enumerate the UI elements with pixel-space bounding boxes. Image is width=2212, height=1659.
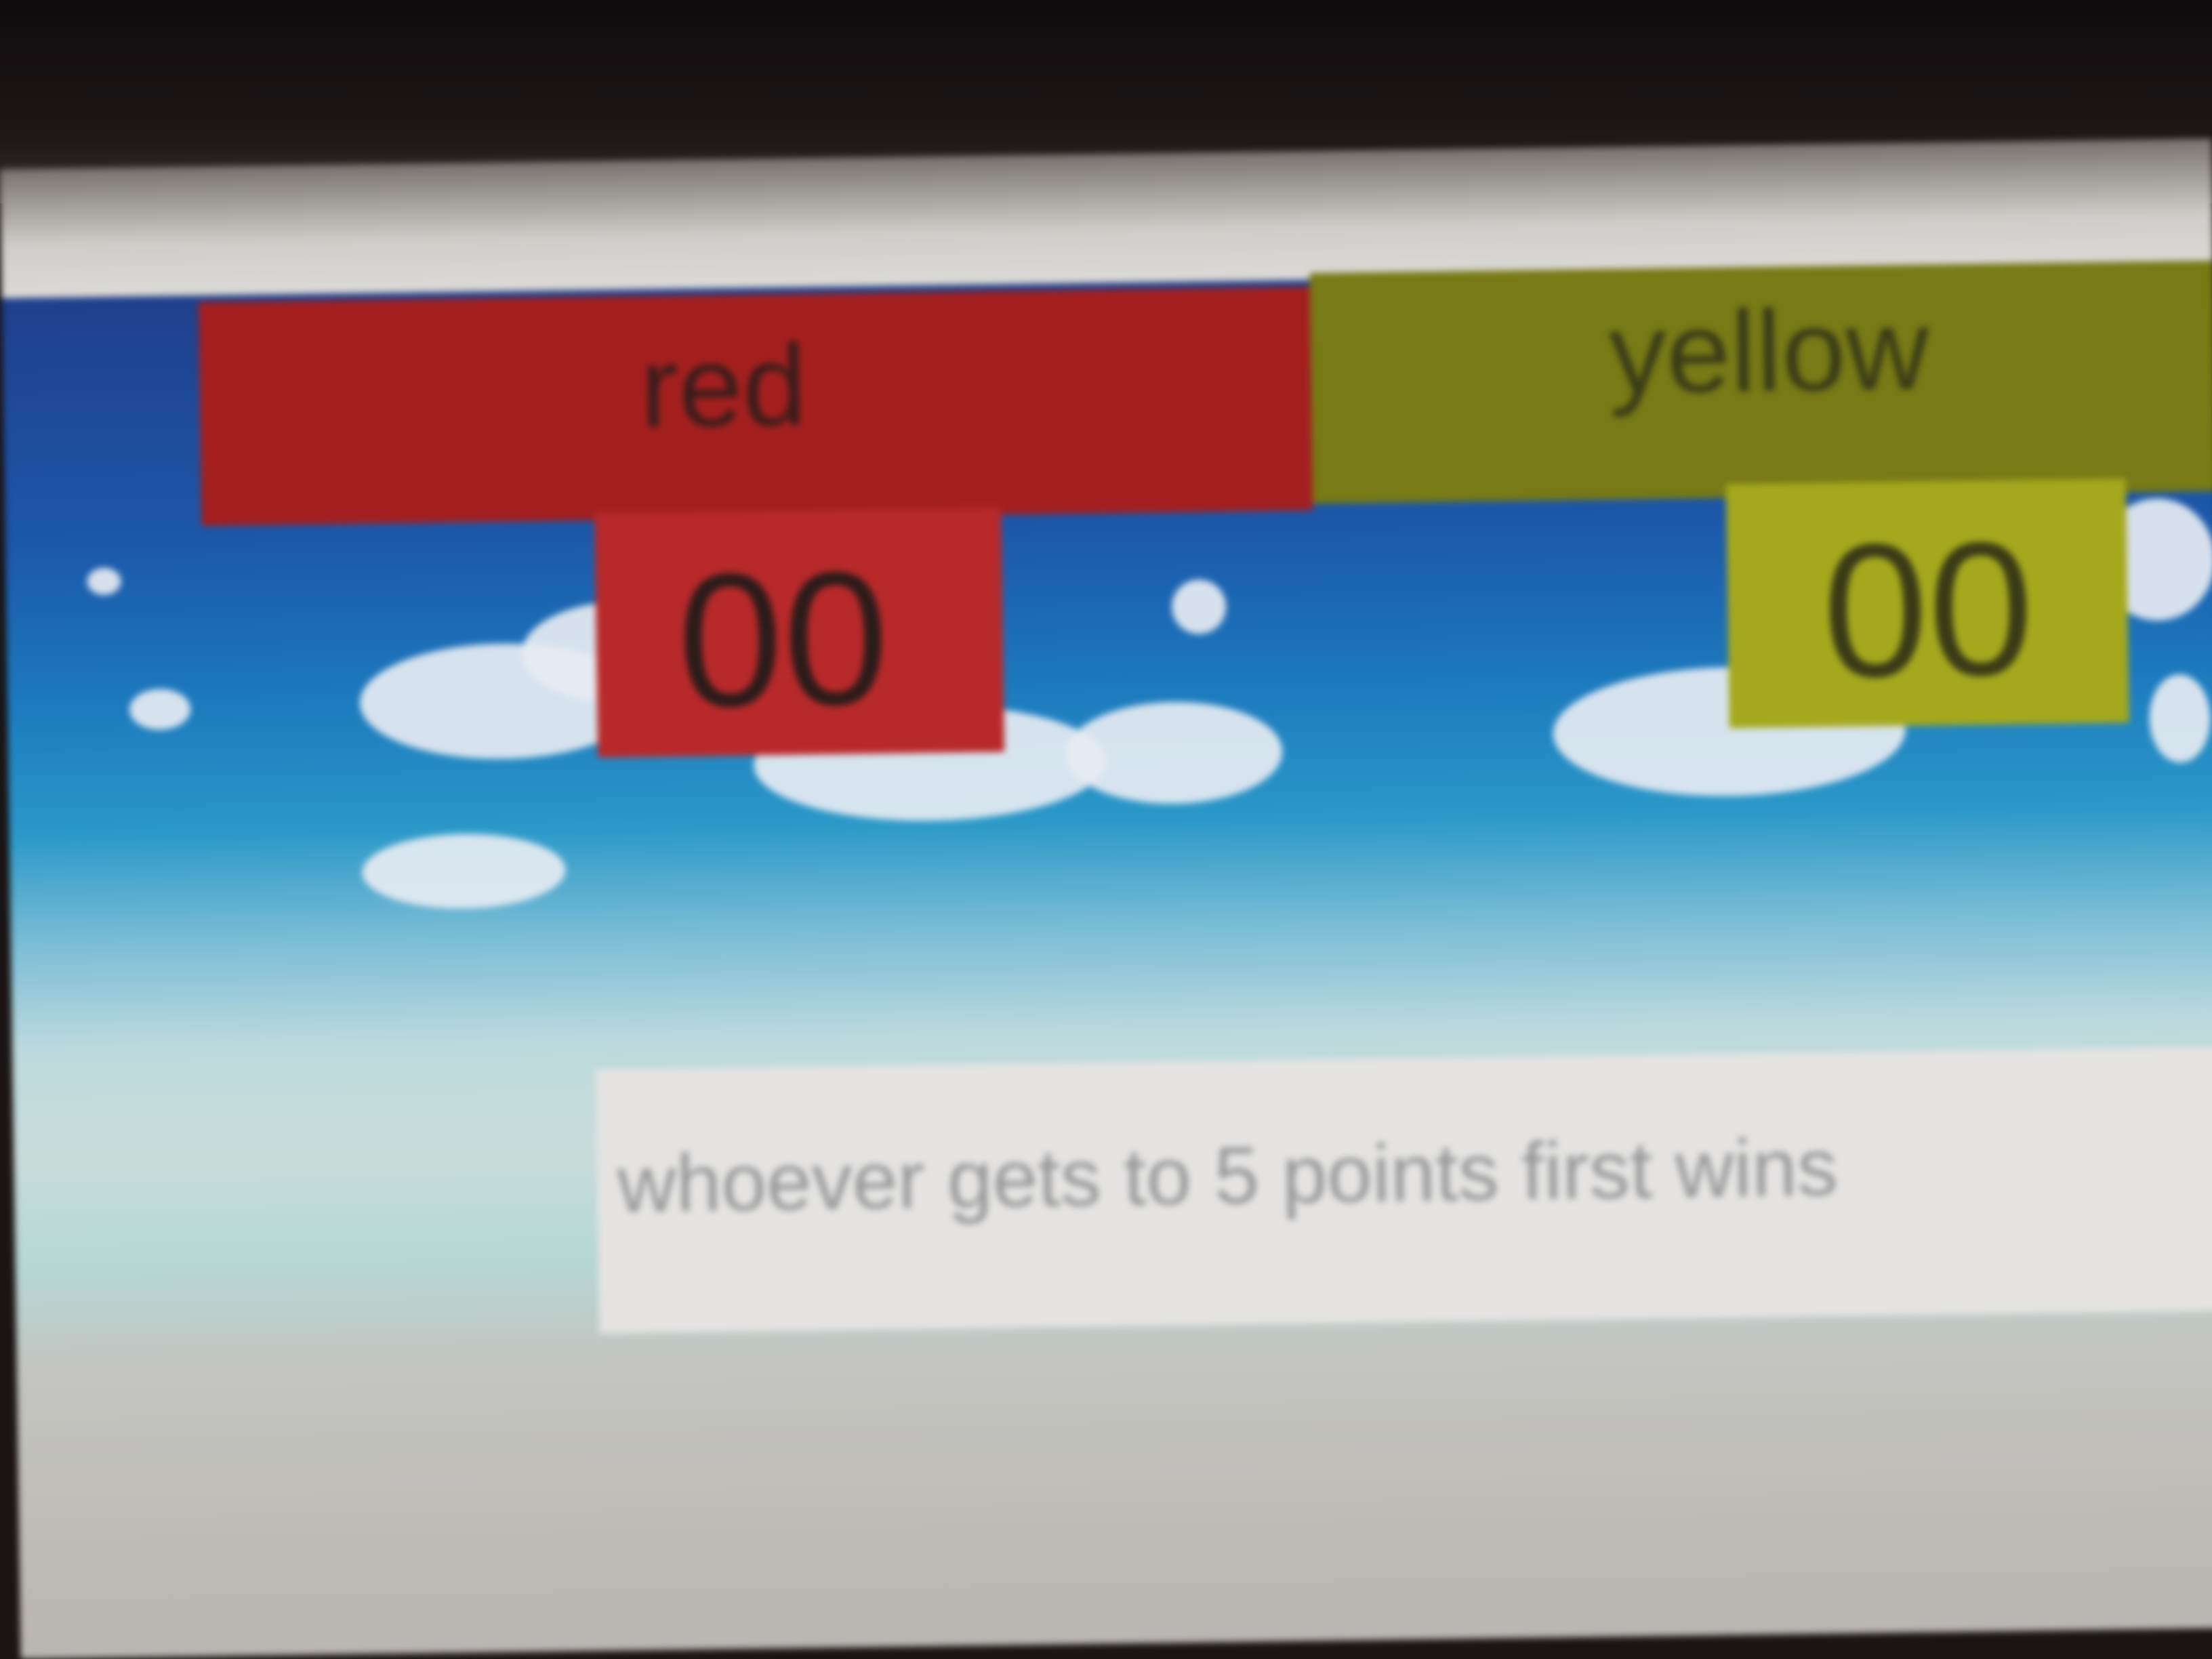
red-team-label: red [639,321,808,452]
yellow-team-label: yellow [1607,285,1930,418]
red-team-header: red [198,287,1313,526]
cloud [129,689,191,731]
cloud [361,832,567,910]
instruction-banner: whoever gets to 5 points first wins [595,1045,2212,1334]
game-screen: red 00 yellow 00 whoever gets to 5 point… [0,138,2212,1659]
cloud [1065,700,1284,806]
yellow-team-score-panel: 00 [1725,478,2129,729]
red-team-score-panel: 00 [594,508,1005,758]
cloud [87,567,121,596]
yellow-team-header: yellow [1309,260,2212,504]
cloud [2148,674,2211,763]
cloud [1171,579,1227,634]
instruction-text: whoever gets to 5 points first wins [617,1122,1839,1230]
red-team-score: 00 [676,532,890,747]
yellow-team-score: 00 [1821,503,2035,718]
